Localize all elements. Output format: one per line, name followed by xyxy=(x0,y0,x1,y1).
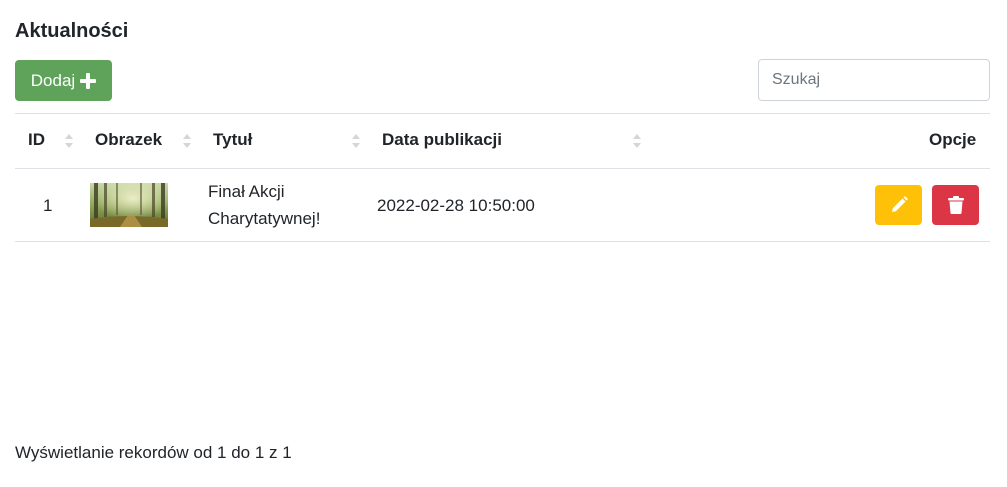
divider xyxy=(15,113,990,114)
news-admin-page: Aktualności Dodaj ID Obrazek Tytuł Data … xyxy=(0,0,1007,487)
column-header-date[interactable]: Data publikacji xyxy=(382,130,502,150)
table-info: Wyświetlanie rekordów od 1 do 1 z 1 xyxy=(15,443,292,462)
page-title: Aktualności xyxy=(15,20,129,42)
sort-icon[interactable] xyxy=(182,133,192,149)
sort-icon[interactable] xyxy=(351,133,361,149)
plus-icon xyxy=(80,72,97,89)
row-title-line: Finał Akcji xyxy=(208,182,285,201)
add-button-label: Dodaj xyxy=(30,70,76,90)
column-header-title[interactable]: Tytuł xyxy=(213,130,252,150)
column-header-options: Opcje xyxy=(929,130,977,149)
column-header-id[interactable]: ID xyxy=(28,130,45,150)
divider xyxy=(15,168,990,169)
sort-icon[interactable] xyxy=(632,133,642,149)
add-button[interactable]: Dodaj xyxy=(15,60,112,101)
trash-icon xyxy=(947,196,964,214)
news-thumbnail-image xyxy=(90,183,168,227)
row-date: 2022-02-28 10:50:00 xyxy=(377,196,535,215)
delete-button[interactable] xyxy=(932,185,979,225)
pencil-icon xyxy=(891,196,908,212)
row-title-line: Charytatywnej! xyxy=(208,209,321,228)
search-input[interactable] xyxy=(758,59,990,101)
column-header-image[interactable]: Obrazek xyxy=(95,130,162,150)
row-id: 1 xyxy=(43,196,53,215)
sort-icon[interactable] xyxy=(64,133,74,149)
edit-button[interactable] xyxy=(875,185,922,225)
divider xyxy=(15,241,990,242)
